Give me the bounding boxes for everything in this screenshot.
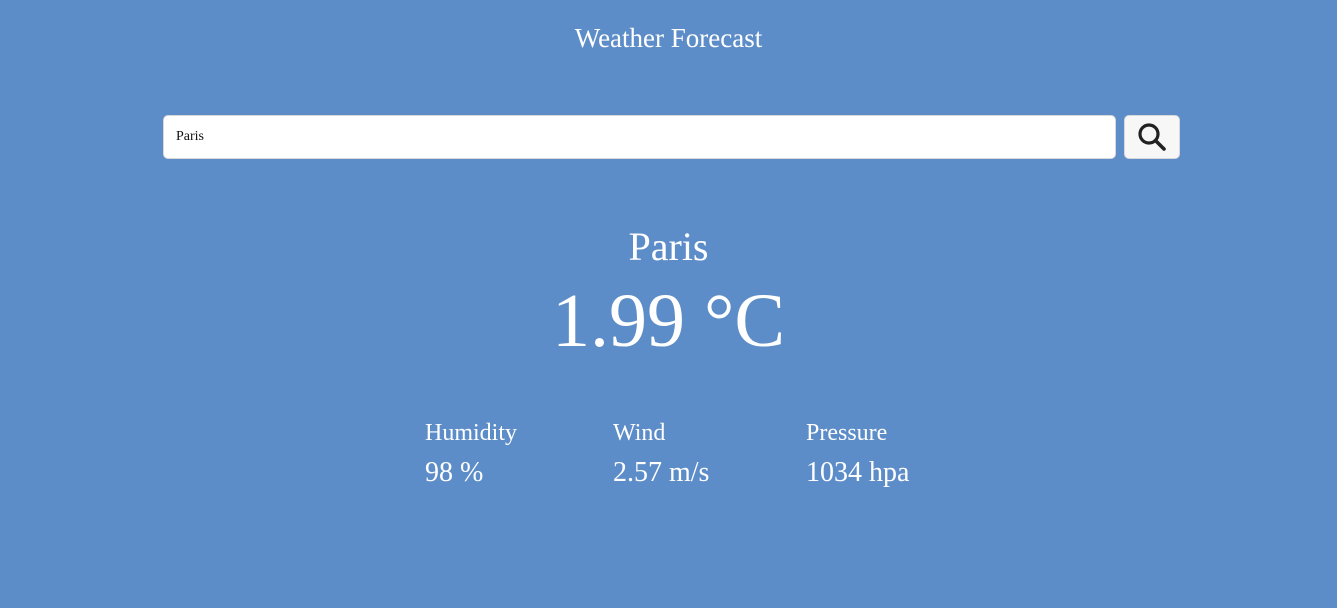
app-title: Weather Forecast	[574, 23, 763, 53]
pressure-stat: Pressure 1034 hpa	[806, 419, 909, 489]
city-name: Paris	[628, 224, 709, 269]
wind-stat: Wind 2.57 m/s	[613, 419, 709, 489]
search-input[interactable]	[163, 115, 1116, 159]
humidity-label: Humidity	[425, 420, 518, 446]
humidity-stat: Humidity 98 %	[425, 419, 517, 489]
pressure-value: 1034 hpa	[806, 457, 910, 488]
humidity-value: 98 %	[425, 457, 484, 488]
temperature-value: 1.99 °C	[551, 279, 786, 363]
pressure-label: Pressure	[806, 420, 888, 446]
search-button[interactable]	[1124, 115, 1180, 159]
wind-value: 2.57 m/s	[613, 457, 710, 488]
wind-label: Wind	[613, 420, 666, 446]
search-icon	[1136, 121, 1168, 153]
